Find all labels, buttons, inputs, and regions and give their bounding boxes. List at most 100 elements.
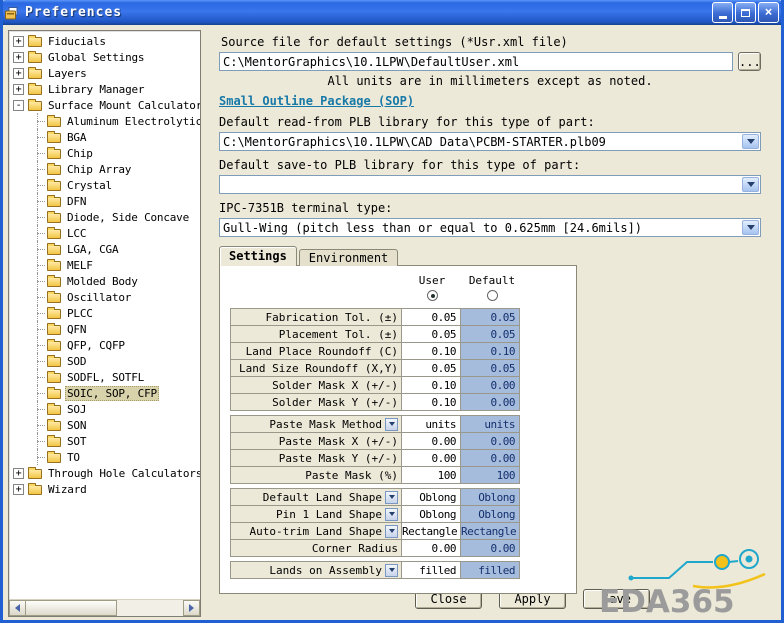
user-value-cell[interactable]: filled <box>401 561 461 579</box>
scroll-left-button[interactable] <box>9 600 26 616</box>
horizontal-scrollbar[interactable] <box>9 599 200 616</box>
tab-environment[interactable]: Environment <box>298 249 399 266</box>
setting-label: Paste Mask Method <box>269 417 382 431</box>
tree-item[interactable]: - Surface Mount Calculators <box>9 97 200 113</box>
tree-item[interactable]: + Fiducials <box>9 33 200 49</box>
tree-item[interactable]: + Wizard <box>9 481 200 497</box>
scroll-track[interactable] <box>117 600 183 616</box>
tree-item[interactable]: SOIC, SOP, CFP <box>9 385 200 401</box>
tab-settings[interactable]: Settings <box>219 246 297 266</box>
tree-item[interactable]: SODFL, SOTFL <box>9 369 200 385</box>
scroll-right-icon <box>189 604 194 612</box>
default-value-cell: 0.05 <box>460 359 520 377</box>
tree-item[interactable]: Oscillator <box>9 289 200 305</box>
dropdown-arrow-icon[interactable] <box>385 507 398 521</box>
tree-item[interactable]: Crystal <box>9 177 200 193</box>
default-value-cell: 100 <box>460 466 520 484</box>
user-value-cell[interactable]: Rectangle <box>401 522 461 540</box>
tree-item[interactable]: Molded Body <box>9 273 200 289</box>
save-button[interactable]: Save <box>583 589 650 609</box>
tree-item-label: QFP, CQFP <box>67 338 125 352</box>
browse-button[interactable]: ... <box>738 52 761 71</box>
tree-item[interactable]: SON <box>9 417 200 433</box>
tree-expander-icon[interactable]: + <box>13 483 24 495</box>
terminal-dropdown-button[interactable] <box>742 220 759 235</box>
user-value-cell[interactable]: 0.00 <box>401 449 461 467</box>
tree-item[interactable]: LGA, CGA <box>9 241 200 257</box>
default-column-radio[interactable] <box>486 290 498 301</box>
tree-item-label: LCC <box>67 226 87 240</box>
tree-item[interactable]: SOT <box>9 433 200 449</box>
tree-item[interactable]: + Library Manager <box>9 81 200 97</box>
tree-item[interactable]: TO <box>9 449 200 465</box>
terminal-type-combo[interactable]: Gull-Wing (pitch less than or equal to 0… <box>219 218 761 237</box>
tree-expander-icon[interactable]: + <box>13 35 24 47</box>
dropdown-arrow-icon[interactable] <box>385 417 398 431</box>
tree-item[interactable]: + Global Settings <box>9 49 200 65</box>
user-value-cell[interactable]: 0.10 <box>401 342 461 360</box>
scroll-right-button[interactable] <box>183 600 200 616</box>
chevron-down-icon <box>388 512 395 516</box>
dropdown-arrow-icon[interactable] <box>385 490 398 504</box>
tree-item[interactable]: BGA <box>9 129 200 145</box>
read-from-dropdown-button[interactable] <box>742 134 759 149</box>
dropdown-arrow-icon[interactable] <box>385 563 398 577</box>
tree-item[interactable]: MELF <box>9 257 200 273</box>
tree-connector <box>30 113 46 129</box>
minimize-button[interactable] <box>712 2 733 23</box>
user-value-cell[interactable]: 0.00 <box>401 432 461 450</box>
source-file-row: ... <box>219 52 761 71</box>
close-button[interactable]: × <box>758 2 779 23</box>
tree-item-label: Global Settings <box>48 50 145 64</box>
tree-item[interactable]: + Layers <box>9 65 200 81</box>
default-value-cell: 0.05 <box>460 325 520 343</box>
scroll-thumb[interactable] <box>25 600 117 616</box>
tree-item[interactable]: Chip Array <box>9 161 200 177</box>
tree-expander-icon[interactable]: - <box>13 99 24 111</box>
tree-item[interactable]: SOD <box>9 353 200 369</box>
tree-expander-icon[interactable]: + <box>13 467 24 479</box>
dialog-body: + Fiducials + Global Settings + Layers + Librar… <box>3 25 781 620</box>
column-header-user: User <box>418 274 446 287</box>
tree-item[interactable]: Aluminum Electrolytic ( <box>9 113 200 129</box>
tree-item[interactable]: + Through Hole Calculators <box>9 465 200 481</box>
tree-connector <box>30 321 46 337</box>
read-from-value: C:\MentorGraphics\10.1LPW\CAD Data\PCBM-… <box>223 135 606 149</box>
tree-item[interactable]: SOJ <box>9 401 200 417</box>
user-column-radio[interactable] <box>426 290 438 301</box>
tree-expander-icon[interactable]: + <box>13 51 24 63</box>
tree-item[interactable]: QFN <box>9 321 200 337</box>
settings-row: Pin 1 Land Shape Oblong Oblong <box>230 505 576 523</box>
user-value-cell[interactable]: Oblong <box>401 505 461 523</box>
settings-row: Default Land Shape Oblong Oblong <box>230 488 576 506</box>
setting-label: Fabrication Tol. (±) <box>265 310 398 324</box>
user-value-cell[interactable]: Oblong <box>401 488 461 506</box>
maximize-button[interactable] <box>735 2 756 23</box>
user-value-cell[interactable]: units <box>401 415 461 433</box>
user-value-cell[interactable]: 0.05 <box>401 308 461 326</box>
user-value-cell[interactable]: 0.10 <box>401 393 461 411</box>
tree-item[interactable]: LCC <box>9 225 200 241</box>
save-to-combo[interactable] <box>219 175 761 194</box>
units-note: All units are in millimeters except as n… <box>327 74 653 88</box>
dropdown-arrow-icon[interactable] <box>385 524 398 538</box>
user-value-cell[interactable]: 100 <box>401 466 461 484</box>
settings-row: Land Size Roundoff (X,Y) 0.05 0.05 <box>230 359 576 377</box>
tree-expander-icon[interactable]: + <box>13 83 24 95</box>
tree-item[interactable]: Chip <box>9 145 200 161</box>
tree-item[interactable]: QFP, CQFP <box>9 337 200 353</box>
user-value-cell[interactable]: 0.05 <box>401 359 461 377</box>
setting-label-cell: Solder Mask Y (+/-) <box>230 393 402 411</box>
tree-item[interactable]: DFN <box>9 193 200 209</box>
user-value-cell[interactable]: 0.00 <box>401 539 461 557</box>
source-file-input[interactable] <box>219 52 733 71</box>
save-to-dropdown-button[interactable] <box>742 177 759 192</box>
user-value-cell[interactable]: 0.10 <box>401 376 461 394</box>
tree-item-label: QFN <box>67 322 87 336</box>
setting-label-cell: Solder Mask X (+/-) <box>230 376 402 394</box>
tree-item[interactable]: Diode, Side Concave <box>9 209 200 225</box>
user-value-cell[interactable]: 0.05 <box>401 325 461 343</box>
tree-item[interactable]: PLCC <box>9 305 200 321</box>
tree-expander-icon[interactable]: + <box>13 67 24 79</box>
read-from-combo[interactable]: C:\MentorGraphics\10.1LPW\CAD Data\PCBM-… <box>219 132 761 151</box>
